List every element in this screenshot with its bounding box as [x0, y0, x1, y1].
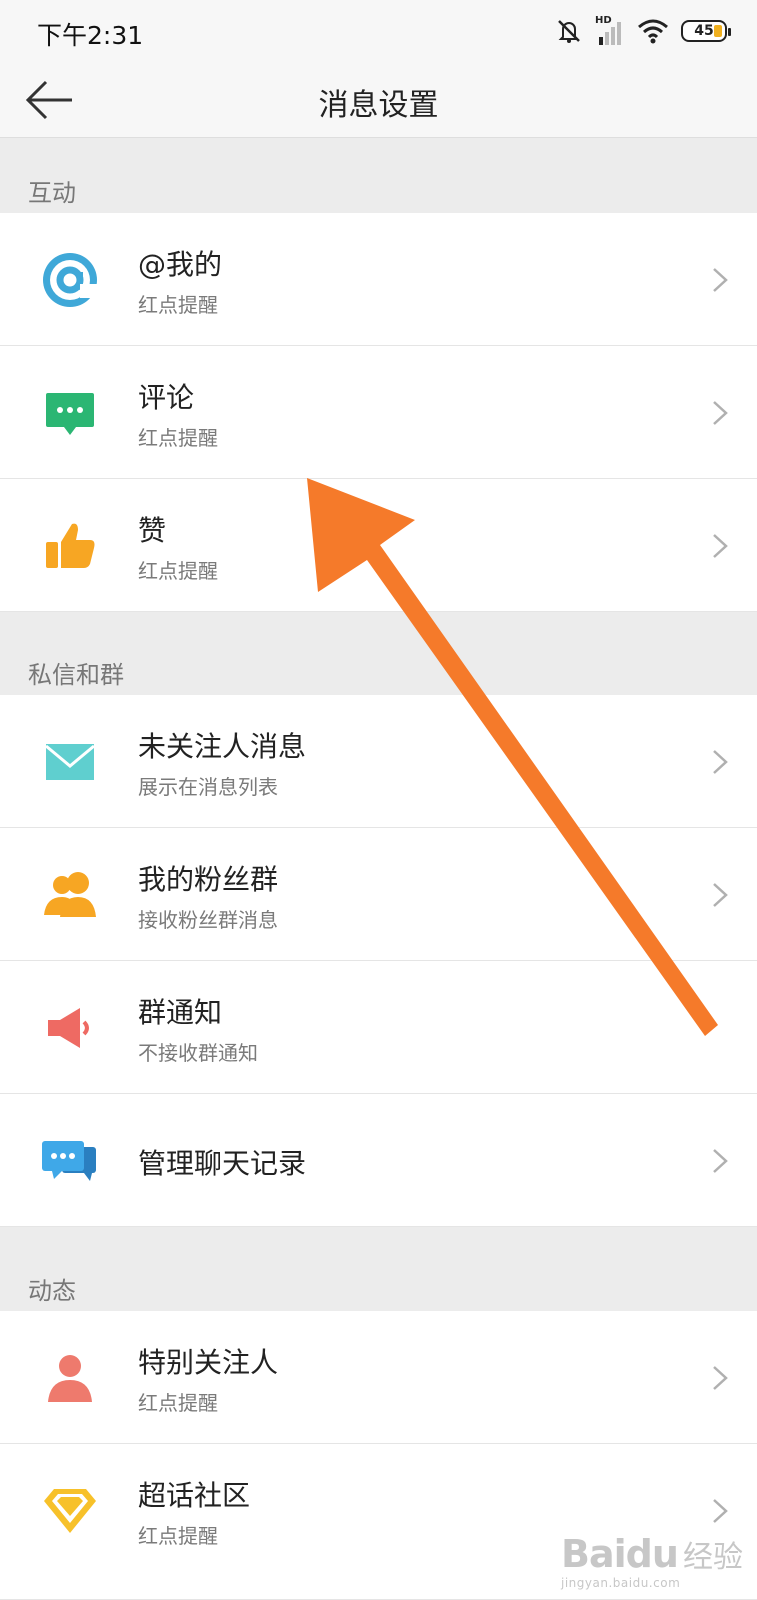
envelope-icon	[40, 732, 100, 792]
watermark-cn: 经验	[683, 1540, 743, 1575]
thumbs-up-icon	[40, 516, 100, 576]
chevron-right-icon	[713, 1366, 728, 1390]
page-title: 消息设置	[318, 88, 439, 123]
status-bar: 下午2:31 HD 45	[0, 0, 757, 62]
chevron-right-icon	[713, 534, 728, 558]
settings-row-comments[interactable]: 评论 红点提醒	[0, 346, 757, 479]
row-subtitle: 红点提醒	[138, 559, 218, 583]
watermark-url: jingyan.baidu.com	[561, 1576, 681, 1590]
section-title: 动态	[28, 1277, 76, 1305]
row-title: @我的	[138, 248, 223, 281]
chevron-right-icon	[713, 401, 728, 425]
megaphone-icon	[40, 998, 100, 1058]
row-title: 赞	[138, 514, 167, 547]
watermark-logo: Baidu	[561, 1532, 679, 1576]
settings-row-fan-groups[interactable]: 我的粉丝群 接收粉丝群消息	[0, 828, 757, 961]
settings-row-manage-chat-history[interactable]: 管理聊天记录	[0, 1094, 757, 1227]
nav-bar: 消息设置	[0, 62, 757, 138]
at-sign-icon	[40, 250, 100, 310]
chat-bubbles-icon	[40, 1131, 100, 1191]
section-title: 互动	[28, 179, 76, 207]
comment-icon	[40, 383, 100, 443]
status-time: 下午2:31	[37, 21, 144, 50]
battery-level: 45	[694, 23, 714, 39]
section-title: 私信和群	[28, 661, 124, 689]
section-header-feed: 动态	[0, 1227, 757, 1311]
section-header-messages-groups: 私信和群	[0, 612, 757, 695]
settings-row-group-notifications[interactable]: 群通知 不接收群通知	[0, 961, 757, 1094]
row-title: 群通知	[138, 996, 223, 1029]
fans-group-icon	[40, 865, 100, 925]
chevron-right-icon	[713, 1149, 728, 1173]
baidu-watermark: Baidu 经验 jingyan.baidu.com	[561, 1532, 743, 1590]
settings-row-special-follows[interactable]: 特别关注人 红点提醒	[0, 1311, 757, 1444]
row-subtitle: 接收粉丝群消息	[138, 908, 278, 932]
row-title: 我的粉丝群	[138, 863, 279, 896]
chevron-right-icon	[713, 1499, 728, 1523]
wifi-icon	[638, 19, 668, 44]
row-title: 超话社区	[138, 1479, 251, 1512]
row-subtitle: 展示在消息列表	[138, 775, 278, 799]
chevron-right-icon	[713, 750, 728, 774]
row-subtitle: 不接收群通知	[138, 1041, 258, 1065]
diamond-icon	[40, 1481, 100, 1541]
signal-icon: HD	[595, 15, 625, 45]
settings-row-likes[interactable]: 赞 红点提醒	[0, 479, 757, 612]
settings-row-unfollowed-messages[interactable]: 未关注人消息 展示在消息列表	[0, 695, 757, 828]
status-icons: HD 45	[555, 14, 731, 48]
row-title: 特别关注人	[138, 1346, 279, 1379]
row-title: 未关注人消息	[138, 730, 307, 763]
settings-row-at-me[interactable]: @我的 红点提醒	[0, 213, 757, 346]
battery-icon: 45	[681, 20, 731, 42]
chevron-right-icon	[713, 883, 728, 907]
mute-icon	[558, 20, 580, 43]
row-title: 管理聊天记录	[138, 1147, 307, 1180]
row-title: 评论	[138, 381, 195, 414]
row-subtitle: 红点提醒	[138, 293, 218, 317]
row-subtitle: 红点提醒	[138, 426, 218, 450]
chevron-right-icon	[713, 268, 728, 292]
person-icon	[40, 1348, 100, 1408]
section-header-interaction: 互动	[0, 139, 757, 213]
row-subtitle: 红点提醒	[138, 1391, 218, 1415]
row-subtitle: 红点提醒	[138, 1524, 218, 1548]
